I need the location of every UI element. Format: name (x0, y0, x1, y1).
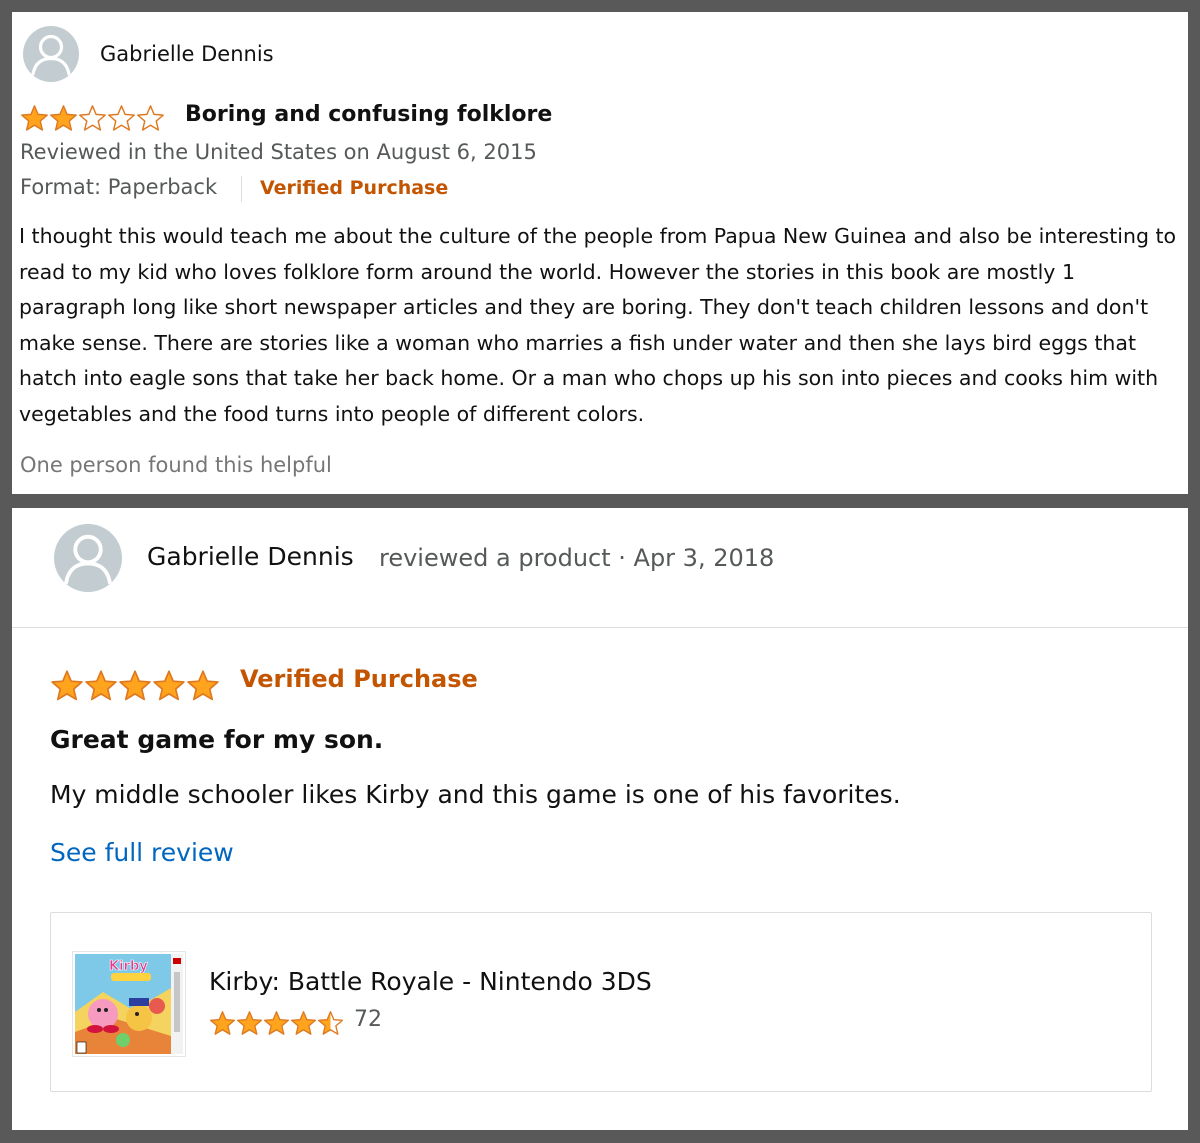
divider (241, 176, 242, 202)
star-icon (118, 669, 152, 703)
review-title[interactable]: Boring and confusing folklore (185, 102, 552, 127)
star-rating (50, 669, 220, 703)
star-icon (49, 104, 78, 133)
see-full-review-link[interactable]: See full review (50, 838, 234, 867)
product-star-rating[interactable] (209, 1010, 344, 1037)
review-card-1: Gabrielle Dennis Boring and confusing fo… (12, 12, 1188, 494)
star-icon (290, 1010, 317, 1037)
star-icon (209, 1010, 236, 1037)
star-icon (152, 669, 186, 703)
star-icon (107, 104, 136, 133)
helpful-count: One person found this helpful (20, 453, 332, 477)
star-icon (50, 669, 84, 703)
product-image[interactable]: Kirby (73, 952, 185, 1056)
review-body: My middle schooler likes Kirby and this … (50, 780, 901, 809)
star-icon (263, 1010, 290, 1037)
review-body: I thought this would teach me about the … (19, 224, 1177, 426)
product-title[interactable]: Kirby: Battle Royale - Nintendo 3DS (209, 967, 652, 996)
star-icon (136, 104, 165, 133)
review-date: Reviewed in the United States on August … (20, 140, 537, 164)
star-icon (317, 1010, 344, 1037)
svg-text:Kirby: Kirby (109, 959, 148, 974)
avatar-icon[interactable] (23, 26, 79, 82)
star-rating[interactable] (20, 104, 165, 133)
star-icon (186, 669, 220, 703)
product-card[interactable]: Kirby Kirby: Battle Royale - Nintendo 3D… (50, 912, 1152, 1092)
divider (12, 627, 1188, 628)
product-rating-count[interactable]: 72 (354, 1007, 382, 1032)
avatar-icon[interactable] (54, 524, 122, 592)
format-label[interactable]: Format: Paperback (20, 175, 217, 199)
reviewer-name[interactable]: Gabrielle Dennis (100, 42, 274, 66)
reviewer-name[interactable]: Gabrielle Dennis (147, 542, 354, 571)
review-title: Great game for my son. (50, 725, 384, 754)
star-icon (84, 669, 118, 703)
verified-purchase-badge: Verified Purchase (240, 665, 478, 693)
star-icon (20, 104, 49, 133)
review-subheading: reviewed a product · Apr 3, 2018 (379, 544, 775, 572)
verified-purchase-badge: Verified Purchase (260, 177, 449, 199)
star-icon (236, 1010, 263, 1037)
review-card-2: Gabrielle Dennis reviewed a product · Ap… (12, 508, 1188, 1130)
star-icon (78, 104, 107, 133)
